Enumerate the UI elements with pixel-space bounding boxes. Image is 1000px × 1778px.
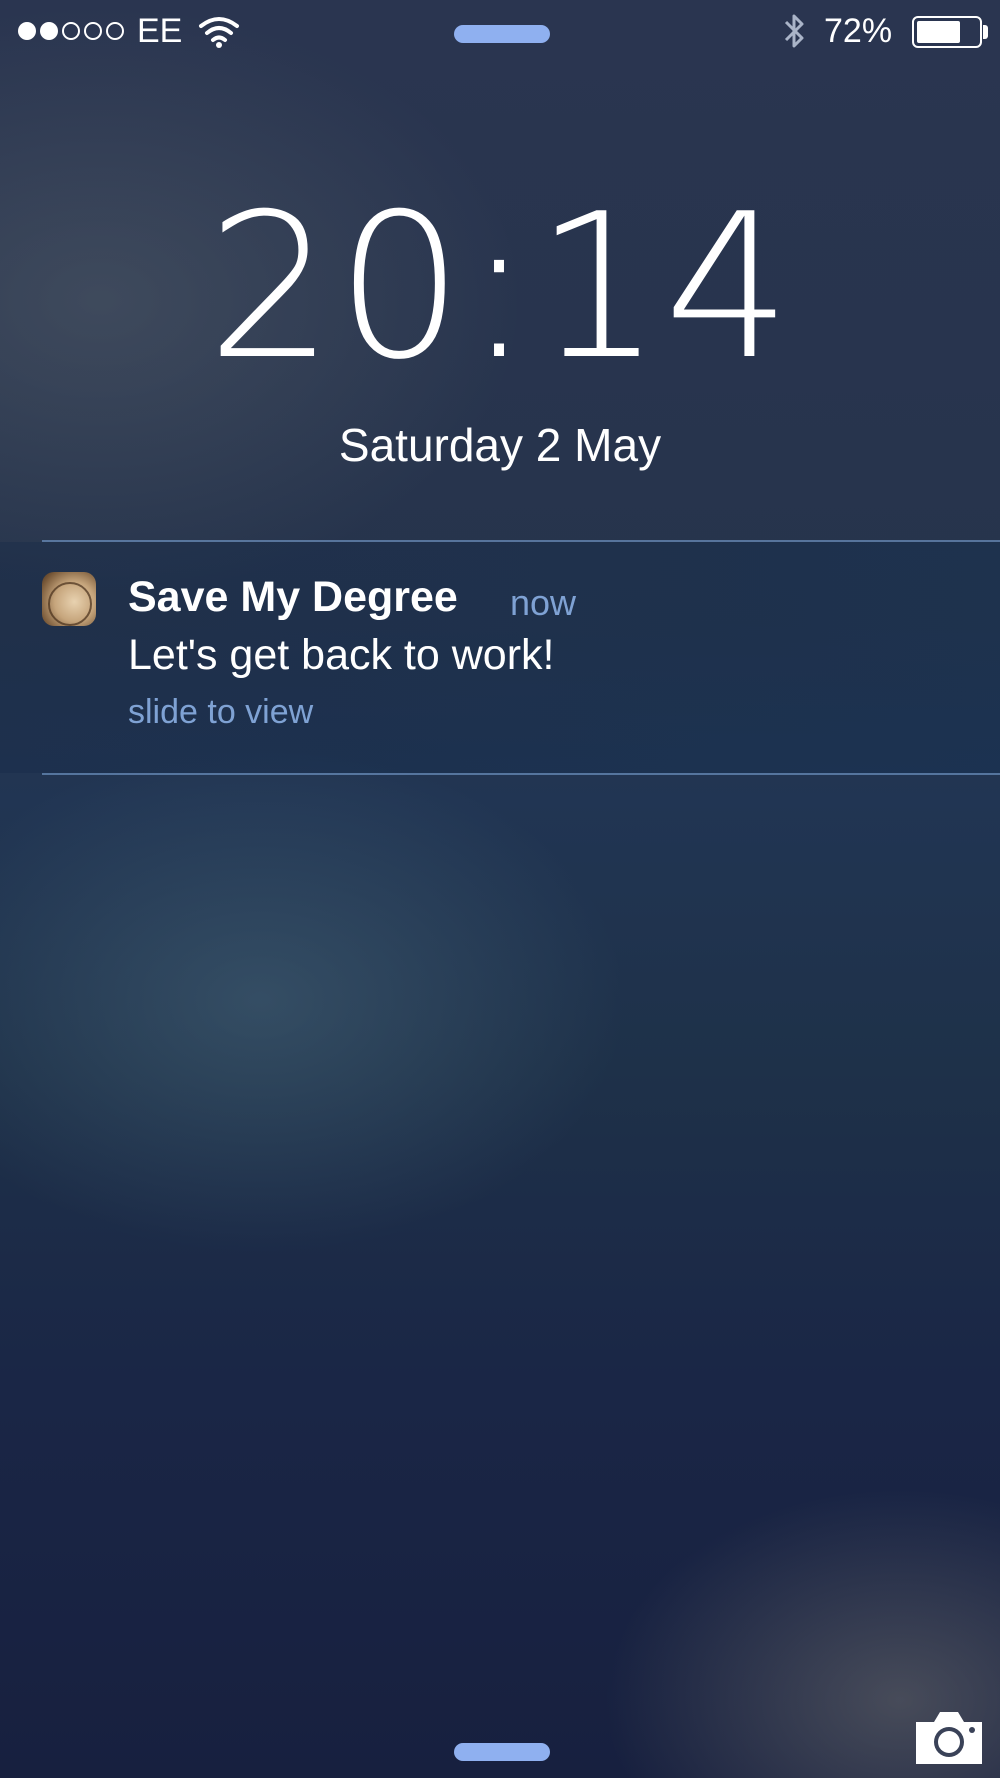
notification-app-name: Save My Degree [128,573,458,621]
battery-terminal [983,25,988,39]
slide-to-view-hint[interactable]: slide to view [128,693,313,732]
signal-dot-filled [40,22,58,40]
battery-percentage: 72% [824,12,893,50]
bluetooth-icon [784,14,804,48]
camera-icon[interactable] [912,1708,986,1768]
battery-level-fill [917,21,960,43]
carrier-name: EE [137,12,183,50]
signal-dot-filled [18,22,36,40]
notification-divider-bottom [42,773,1000,775]
control-center-grabber[interactable] [454,1743,550,1761]
wifi-icon [199,17,239,48]
status-bar: EE 72% [0,0,1000,64]
signal-dot-empty [106,22,124,40]
notification-center-grabber[interactable] [454,25,550,43]
clock-app-icon [42,572,96,626]
lock-screen-clock: 20:14 [206,171,794,404]
lock-screen-date: Saturday 2 May [338,419,662,471]
signal-dot-empty [84,22,102,40]
signal-strength-icon [18,22,124,40]
notification-time: now [510,582,577,623]
battery-icon [912,16,982,48]
signal-dot-empty [62,22,80,40]
notification-message: Let's get back to work! [128,631,555,679]
